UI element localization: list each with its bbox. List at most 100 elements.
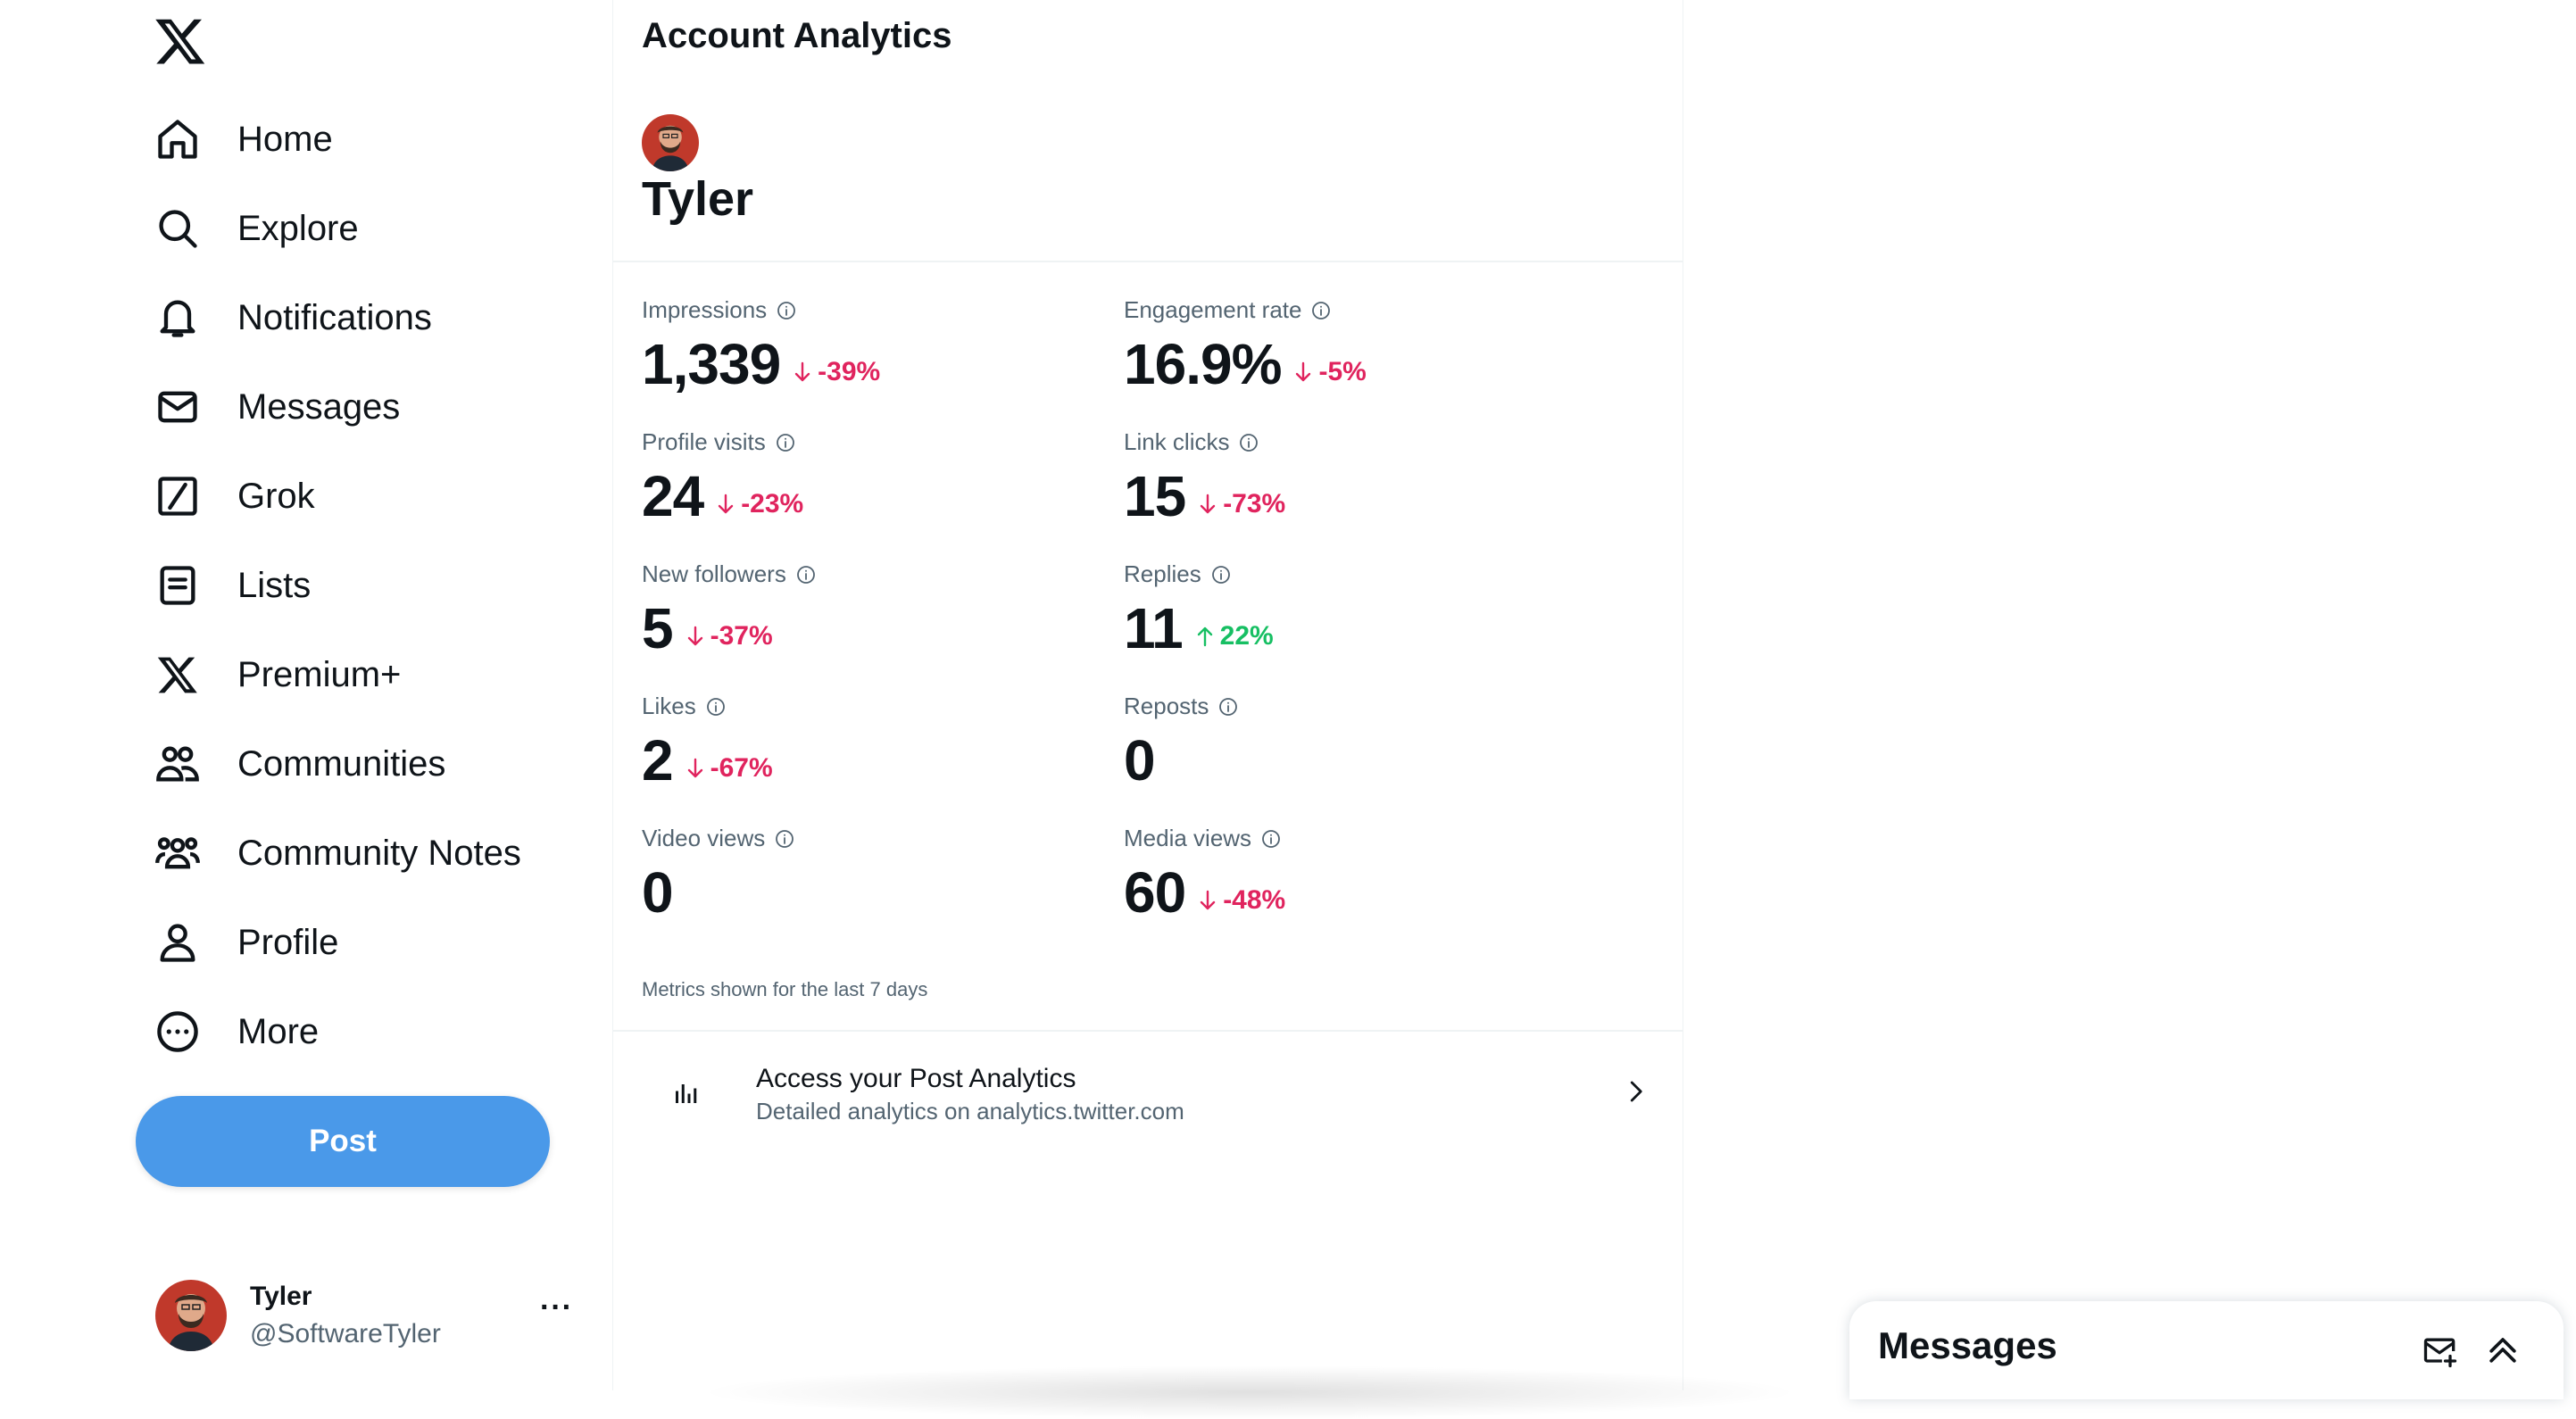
metric-value: 16.9% bbox=[1124, 332, 1282, 396]
sidebar-item-label: Messages bbox=[237, 386, 401, 427]
x-logo-icon bbox=[154, 651, 202, 699]
metric-card: Profile visits 24 -23% bbox=[642, 428, 1124, 553]
metric-value: 24 bbox=[642, 464, 704, 528]
info-icon[interactable] bbox=[776, 300, 797, 321]
messages-drawer-title: Messages bbox=[1878, 1324, 2057, 1366]
metric-value: 1,339 bbox=[642, 332, 781, 396]
metric-label: Likes bbox=[642, 693, 1124, 720]
sidebar-item-premium[interactable]: Premium+ bbox=[154, 639, 401, 710]
sidebar-item-lists[interactable]: Lists bbox=[154, 550, 311, 621]
arrow-up-icon bbox=[1195, 625, 1215, 648]
info-icon[interactable] bbox=[775, 432, 796, 453]
x-logo-icon[interactable] bbox=[154, 14, 207, 68]
info-icon[interactable] bbox=[1217, 696, 1239, 718]
info-icon[interactable] bbox=[705, 696, 727, 718]
metric-value: 2 bbox=[642, 728, 674, 792]
page-title: Account Analytics bbox=[642, 16, 952, 55]
metric-label: Video views bbox=[642, 825, 1124, 852]
sidebar-item-more[interactable]: More bbox=[154, 996, 319, 1067]
sidebar-item-label: Explore bbox=[237, 208, 359, 248]
expand-up-icon[interactable] bbox=[2483, 1330, 2522, 1369]
sidebar-item-label: Profile bbox=[237, 922, 339, 962]
home-icon bbox=[154, 115, 202, 163]
metric-value: 0 bbox=[642, 860, 674, 925]
info-icon[interactable] bbox=[795, 564, 817, 585]
metric-card: Likes 2 -67% bbox=[642, 693, 1124, 817]
metric-change: -5% bbox=[1293, 357, 1367, 387]
metric-label-text: Engagement rate bbox=[1124, 296, 1302, 323]
scroll-shadow bbox=[696, 1365, 1803, 1419]
envelope-icon bbox=[154, 383, 202, 431]
metric-label: Profile visits bbox=[642, 428, 1124, 456]
metric-label-text: Impressions bbox=[642, 296, 768, 323]
metric-value: 5 bbox=[642, 596, 674, 660]
metric-label: Replies bbox=[1124, 560, 1606, 588]
search-icon bbox=[154, 204, 202, 253]
metric-change-text: 22% bbox=[1219, 621, 1274, 651]
metric-change-text: -37% bbox=[710, 621, 773, 651]
arrow-down-icon bbox=[1293, 361, 1313, 384]
sidebar-item-grok[interactable]: Grok bbox=[154, 461, 315, 532]
sidebar-item-explore[interactable]: Explore bbox=[154, 193, 359, 264]
sidebar-item-profile[interactable]: Profile bbox=[154, 907, 338, 978]
sidebar-item-messages[interactable]: Messages bbox=[154, 371, 400, 443]
metric-change: 22% bbox=[1195, 621, 1274, 651]
sidebar-item-community-notes[interactable]: Community Notes bbox=[154, 817, 521, 889]
new-message-icon[interactable] bbox=[2421, 1332, 2460, 1371]
post-analytics-link[interactable]: Access your Post Analytics Detailed anal… bbox=[613, 1033, 1683, 1158]
info-icon[interactable] bbox=[1260, 828, 1282, 850]
more-circle-icon bbox=[154, 1008, 202, 1056]
metric-label: Impressions bbox=[642, 296, 1124, 324]
metric-change-text: -73% bbox=[1223, 489, 1286, 519]
messages-drawer[interactable]: Messages bbox=[1849, 1301, 2564, 1399]
metrics-footnote: Metrics shown for the last 7 days bbox=[642, 978, 928, 1000]
bell-icon bbox=[154, 294, 202, 342]
metric-value: 15 bbox=[1124, 464, 1186, 528]
metric-card: New followers 5 -37% bbox=[642, 560, 1124, 685]
metric-change: -37% bbox=[686, 621, 773, 651]
post-analytics-subtitle: Detailed analytics on analytics.twitter.… bbox=[756, 1098, 1184, 1124]
info-icon[interactable] bbox=[1238, 432, 1259, 453]
info-icon[interactable] bbox=[1310, 300, 1332, 321]
metric-change-text: -23% bbox=[741, 489, 804, 519]
arrow-down-icon bbox=[1198, 889, 1217, 912]
post-button[interactable]: Post bbox=[136, 1096, 550, 1187]
sidebar-item-communities[interactable]: Communities bbox=[154, 728, 445, 800]
info-icon[interactable] bbox=[1210, 564, 1232, 585]
metric-value: 0 bbox=[1124, 728, 1156, 792]
account-switcher[interactable]: Tyler @SoftwareTyler ··· bbox=[152, 1274, 580, 1364]
sidebar-item-notifications[interactable]: Notifications bbox=[154, 282, 432, 353]
metric-label: Media views bbox=[1124, 825, 1606, 852]
metric-change-text: -67% bbox=[710, 753, 773, 783]
info-icon[interactable] bbox=[774, 828, 795, 850]
sidebar-item-label: Home bbox=[237, 119, 333, 159]
arrow-down-icon bbox=[793, 361, 812, 384]
account-name: Tyler bbox=[250, 1282, 312, 1311]
avatar bbox=[155, 1280, 227, 1351]
metric-label: New followers bbox=[642, 560, 1124, 588]
arrow-down-icon bbox=[716, 493, 735, 516]
community-notes-icon bbox=[154, 829, 202, 877]
sidebar-item-label: Premium+ bbox=[237, 654, 402, 694]
avatar[interactable] bbox=[642, 114, 699, 171]
bar-chart-icon bbox=[670, 1076, 702, 1108]
sidebar-item-label: Grok bbox=[237, 476, 315, 516]
arrow-down-icon bbox=[686, 757, 705, 780]
metric-change: -48% bbox=[1198, 885, 1285, 916]
metric-label-text: Profile visits bbox=[642, 428, 766, 455]
profile-name: Tyler bbox=[642, 172, 754, 226]
metric-card: Reposts 0 bbox=[1124, 693, 1606, 817]
metric-label-text: Media views bbox=[1124, 825, 1252, 851]
post-analytics-title: Access your Post Analytics bbox=[756, 1064, 1076, 1093]
account-more-icon[interactable]: ··· bbox=[540, 1290, 573, 1325]
metric-change: -73% bbox=[1198, 489, 1285, 519]
chevron-right-icon bbox=[1622, 1078, 1649, 1105]
sidebar-item-label: Lists bbox=[237, 565, 312, 605]
sidebar-item-label: Communities bbox=[237, 743, 446, 784]
metric-value: 11 bbox=[1124, 596, 1184, 660]
sidebar-item-label: Community Notes bbox=[237, 833, 521, 873]
metric-card: Link clicks 15 -73% bbox=[1124, 428, 1606, 553]
metric-card: Impressions 1,339 -39% bbox=[642, 296, 1124, 421]
sidebar-item-home[interactable]: Home bbox=[154, 104, 333, 175]
metric-card: Engagement rate 16.9% -5% bbox=[1124, 296, 1606, 421]
